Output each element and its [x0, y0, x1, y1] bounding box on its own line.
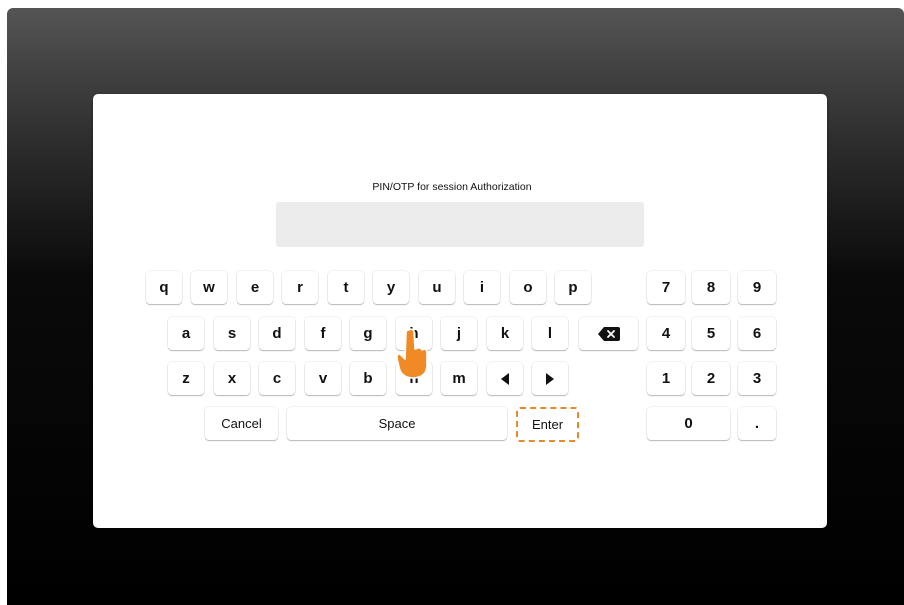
numpad-key-0[interactable]: 0 [647, 407, 730, 440]
pin-dialog [93, 94, 827, 528]
key-c[interactable]: c [259, 362, 295, 395]
numpad-key-dot[interactable]: . [738, 407, 776, 440]
numpad-key-5[interactable]: 5 [692, 317, 730, 350]
key-d[interactable]: d [259, 317, 295, 350]
key-b[interactable]: b [350, 362, 386, 395]
key-o[interactable]: o [510, 271, 546, 304]
numpad-key-6[interactable]: 6 [738, 317, 776, 350]
key-u[interactable]: u [419, 271, 455, 304]
cancel-button[interactable]: Cancel [205, 407, 278, 440]
numpad-key-1[interactable]: 1 [647, 362, 685, 395]
space-key[interactable]: Space [287, 407, 507, 440]
numpad-key-7[interactable]: 7 [647, 271, 685, 304]
key-p[interactable]: p [555, 271, 591, 304]
key-g[interactable]: g [350, 317, 386, 350]
key-y[interactable]: y [373, 271, 409, 304]
cursor-left-key[interactable] [487, 362, 523, 395]
key-m[interactable]: m [441, 362, 477, 395]
backspace-key[interactable] [579, 317, 638, 350]
key-l[interactable]: l [532, 317, 568, 350]
backspace-icon [597, 326, 620, 341]
key-e[interactable]: e [237, 271, 273, 304]
dialog-title: PIN/OTP for session Authorization [372, 181, 532, 193]
enter-button[interactable]: Enter [516, 407, 579, 442]
key-q[interactable]: q [146, 271, 182, 304]
pointing-hand-icon [396, 328, 428, 379]
key-x[interactable]: x [214, 362, 250, 395]
numpad-key-9[interactable]: 9 [738, 271, 776, 304]
key-a[interactable]: a [168, 317, 204, 350]
key-z[interactable]: z [168, 362, 204, 395]
key-t[interactable]: t [328, 271, 364, 304]
key-k[interactable]: k [487, 317, 523, 350]
key-j[interactable]: j [441, 317, 477, 350]
right-arrow-icon [546, 372, 554, 385]
cursor-right-key[interactable] [532, 362, 568, 395]
numpad-key-2[interactable]: 2 [692, 362, 730, 395]
key-s[interactable]: s [214, 317, 250, 350]
key-w[interactable]: w [191, 271, 227, 304]
key-f[interactable]: f [305, 317, 341, 350]
numpad-key-3[interactable]: 3 [738, 362, 776, 395]
key-v[interactable]: v [305, 362, 341, 395]
left-arrow-icon [501, 372, 509, 385]
numpad-key-8[interactable]: 8 [692, 271, 730, 304]
key-r[interactable]: r [282, 271, 318, 304]
key-i[interactable]: i [464, 271, 500, 304]
numpad-key-4[interactable]: 4 [647, 317, 685, 350]
pin-input[interactable] [276, 202, 644, 247]
